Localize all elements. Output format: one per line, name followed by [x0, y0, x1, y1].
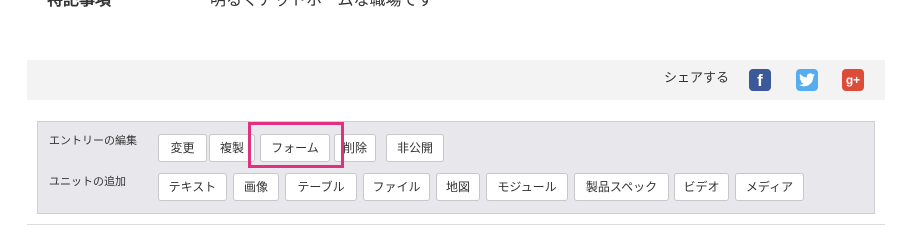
- duplicate-entry-button[interactable]: 複製: [209, 134, 255, 162]
- page: 特記事項 明るくアットホームな職場です シェアする f g+ エントリーの編集 …: [0, 0, 910, 243]
- add-map-unit-button[interactable]: 地図: [436, 173, 480, 201]
- detail-label: 特記事項: [47, 0, 111, 10]
- facebook-icon[interactable]: f: [749, 69, 771, 91]
- add-text-unit-button[interactable]: テキスト: [158, 173, 227, 201]
- detail-row: 特記事項 明るくアットホームな職場です: [0, 0, 910, 10]
- add-table-unit-button[interactable]: テーブル: [285, 173, 357, 201]
- entry-edit-label: エントリーの編集: [49, 134, 137, 147]
- unit-add-label: ユニットの追加: [49, 175, 126, 188]
- share-label: シェアする: [663, 71, 729, 86]
- edit-entry-button[interactable]: 変更: [158, 134, 207, 162]
- form-button[interactable]: フォーム: [260, 134, 330, 162]
- delete-entry-button[interactable]: 削除: [334, 134, 376, 162]
- add-module-unit-button[interactable]: モジュール: [486, 173, 568, 201]
- add-media-unit-button[interactable]: メディア: [735, 173, 804, 201]
- add-file-unit-button[interactable]: ファイル: [363, 173, 430, 201]
- add-product-spec-unit-button[interactable]: 製品スペック: [574, 173, 669, 201]
- twitter-icon[interactable]: [796, 69, 818, 91]
- unpublish-button[interactable]: 非公開: [386, 134, 444, 162]
- googleplus-icon[interactable]: g+: [842, 69, 864, 91]
- add-image-unit-button[interactable]: 画像: [233, 173, 279, 201]
- divider: [27, 224, 885, 225]
- admin-unit-panel: エントリーの編集 変更 複製 フォーム 削除 非公開 ユニットの追加 テキスト …: [37, 121, 875, 214]
- share-bar: シェアする f g+: [27, 60, 885, 100]
- add-video-unit-button[interactable]: ビデオ: [674, 173, 729, 201]
- detail-value: 明るくアットホームな職場です: [210, 0, 434, 10]
